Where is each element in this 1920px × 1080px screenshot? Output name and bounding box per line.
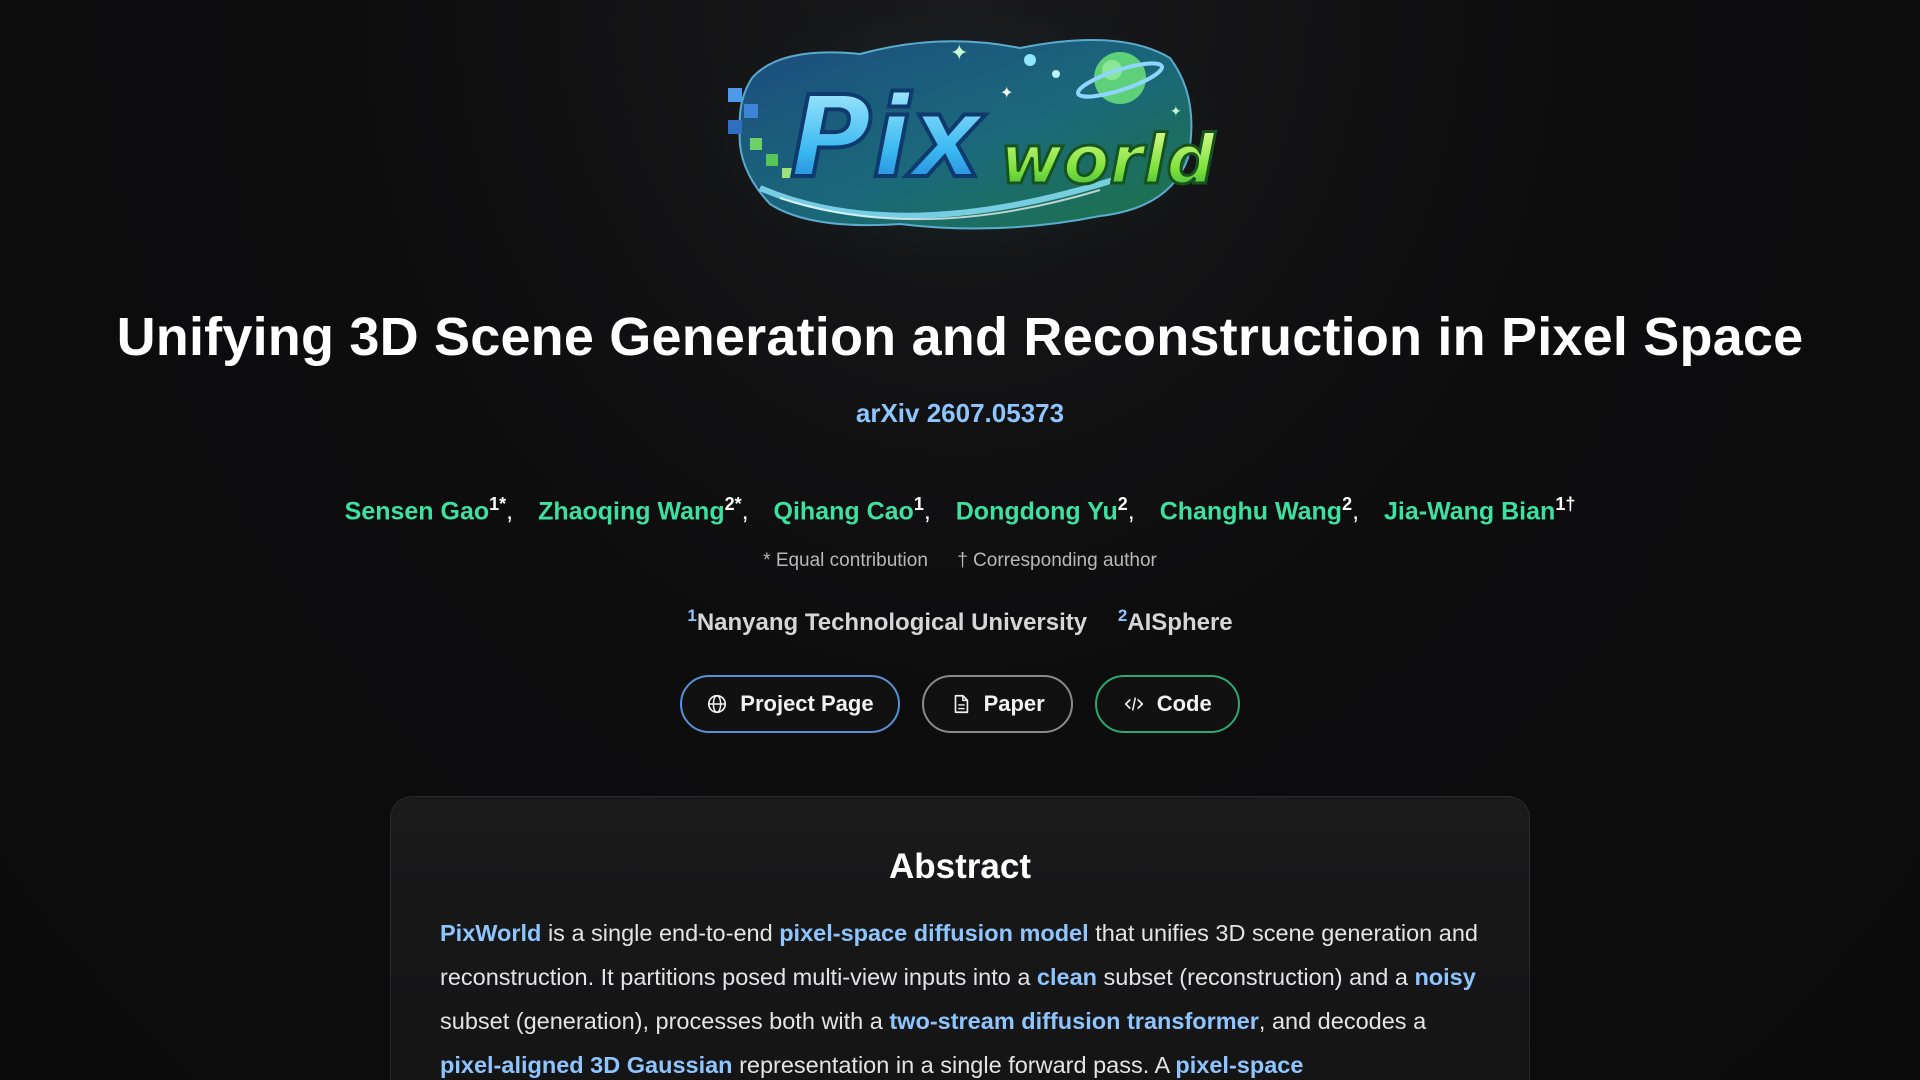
logo-text-world: world (1000, 121, 1216, 200)
abstract-card: Abstract PixWorld is a single end-to-end… (390, 796, 1530, 1080)
pixworld-logo: ✦ ✦ ✦ Pix world (700, 8, 1220, 268)
paper-button[interactable]: Paper (921, 675, 1073, 733)
arxiv-id: arXiv 2607.05373 (0, 398, 1920, 429)
document-icon (954, 694, 968, 714)
abstract-segment: subset (generation), processes both with… (440, 1008, 890, 1034)
page-title: Unifying 3D Scene Generation and Reconst… (116, 307, 1804, 367)
author-superscript: 1* (489, 494, 507, 514)
author-link[interactable]: Sensen Gao (345, 497, 490, 525)
abstract-segment: , and decodes a (1258, 1008, 1427, 1034)
author-link[interactable]: Dongdong Yu (956, 497, 1118, 525)
abstract-highlight: pixel-space (1175, 1052, 1304, 1078)
svg-text:✦: ✦ (950, 40, 968, 65)
svg-text:✦: ✦ (1170, 103, 1182, 119)
author-link[interactable]: Changhu Wang (1160, 497, 1342, 525)
affiliation-name: AISphere (1127, 609, 1233, 636)
author-superscript: 1† (1555, 494, 1576, 514)
author-link[interactable]: Zhaoqing Wang (538, 497, 725, 525)
globe-icon (708, 694, 727, 714)
affiliation-superscript: 1 (687, 606, 697, 625)
author-link[interactable]: Jia-Wang Bian (1384, 497, 1555, 525)
affiliation-superscript: 2 (1117, 606, 1128, 625)
paper-label: Paper (983, 691, 1045, 716)
author-separator: , (741, 497, 749, 526)
project-page-label: Project Page (740, 691, 874, 716)
abstract-highlight: pixel-aligned 3D Gaussian (440, 1052, 733, 1078)
author-superscript: 2 (1342, 494, 1353, 514)
code-label: Code (1156, 691, 1212, 716)
author-superscript: 2 (1117, 494, 1128, 514)
author-separator: , (506, 497, 514, 526)
logo-text-pix: Pix (790, 73, 986, 203)
abstract-highlight: pixel-space diffusion model (779, 920, 1089, 946)
author-link[interactable]: Qihang Cao (774, 497, 914, 525)
corresponding-author-note: † Corresponding author (957, 550, 1157, 571)
project-page-button[interactable]: Project Page (680, 675, 900, 733)
code-icon (1124, 697, 1144, 711)
abstract-highlight: noisy (1414, 964, 1476, 990)
author-superscript: 1 (913, 494, 924, 514)
abstract-segment: representation in a single forward pass.… (732, 1052, 1176, 1078)
equal-contribution-note: * Equal contribution (763, 550, 928, 571)
abstract-heading: Abstract (889, 847, 1031, 886)
abstract-text: PixWorld is a single end-to-end pixel-sp… (440, 911, 1490, 1080)
abstract-highlight: PixWorld (440, 920, 542, 946)
author-superscript: 2* (724, 494, 742, 514)
logo-graphic: ✦ ✦ ✦ Pix world (700, 8, 1220, 268)
affiliation-item: 2AISphere (1117, 606, 1233, 636)
affiliations: 1Nanyang Technological University 2AISph… (0, 606, 1920, 637)
abstract-highlight: two-stream diffusion transformer (889, 1008, 1259, 1034)
author-separator: , (923, 497, 931, 526)
abstract-segment: is a single end-to-end (541, 920, 780, 946)
affiliation-item: 1Nanyang Technological University (687, 606, 1088, 636)
author-notes: * Equal contribution † Corresponding aut… (0, 550, 1920, 572)
code-button[interactable]: Code (1094, 675, 1240, 733)
author-list: Sensen Gao1*, Zhaoqing Wang2*, Qihang Ca… (0, 494, 1920, 526)
author-separator: , (1352, 497, 1360, 526)
link-buttons: Project Page Paper Code (0, 675, 1920, 733)
page: ✦ ✦ ✦ Pix world Unifying 3D Scene Genera… (0, 0, 1920, 1080)
svg-text:✦: ✦ (1000, 85, 1013, 102)
affiliation-name: Nanyang Technological University (696, 609, 1088, 636)
arxiv-link[interactable]: arXiv 2607.05373 (856, 398, 1064, 428)
author-separator: , (1127, 497, 1135, 526)
abstract-segment: subset (reconstruction) and a (1097, 964, 1415, 990)
abstract-highlight: clean (1036, 964, 1098, 990)
